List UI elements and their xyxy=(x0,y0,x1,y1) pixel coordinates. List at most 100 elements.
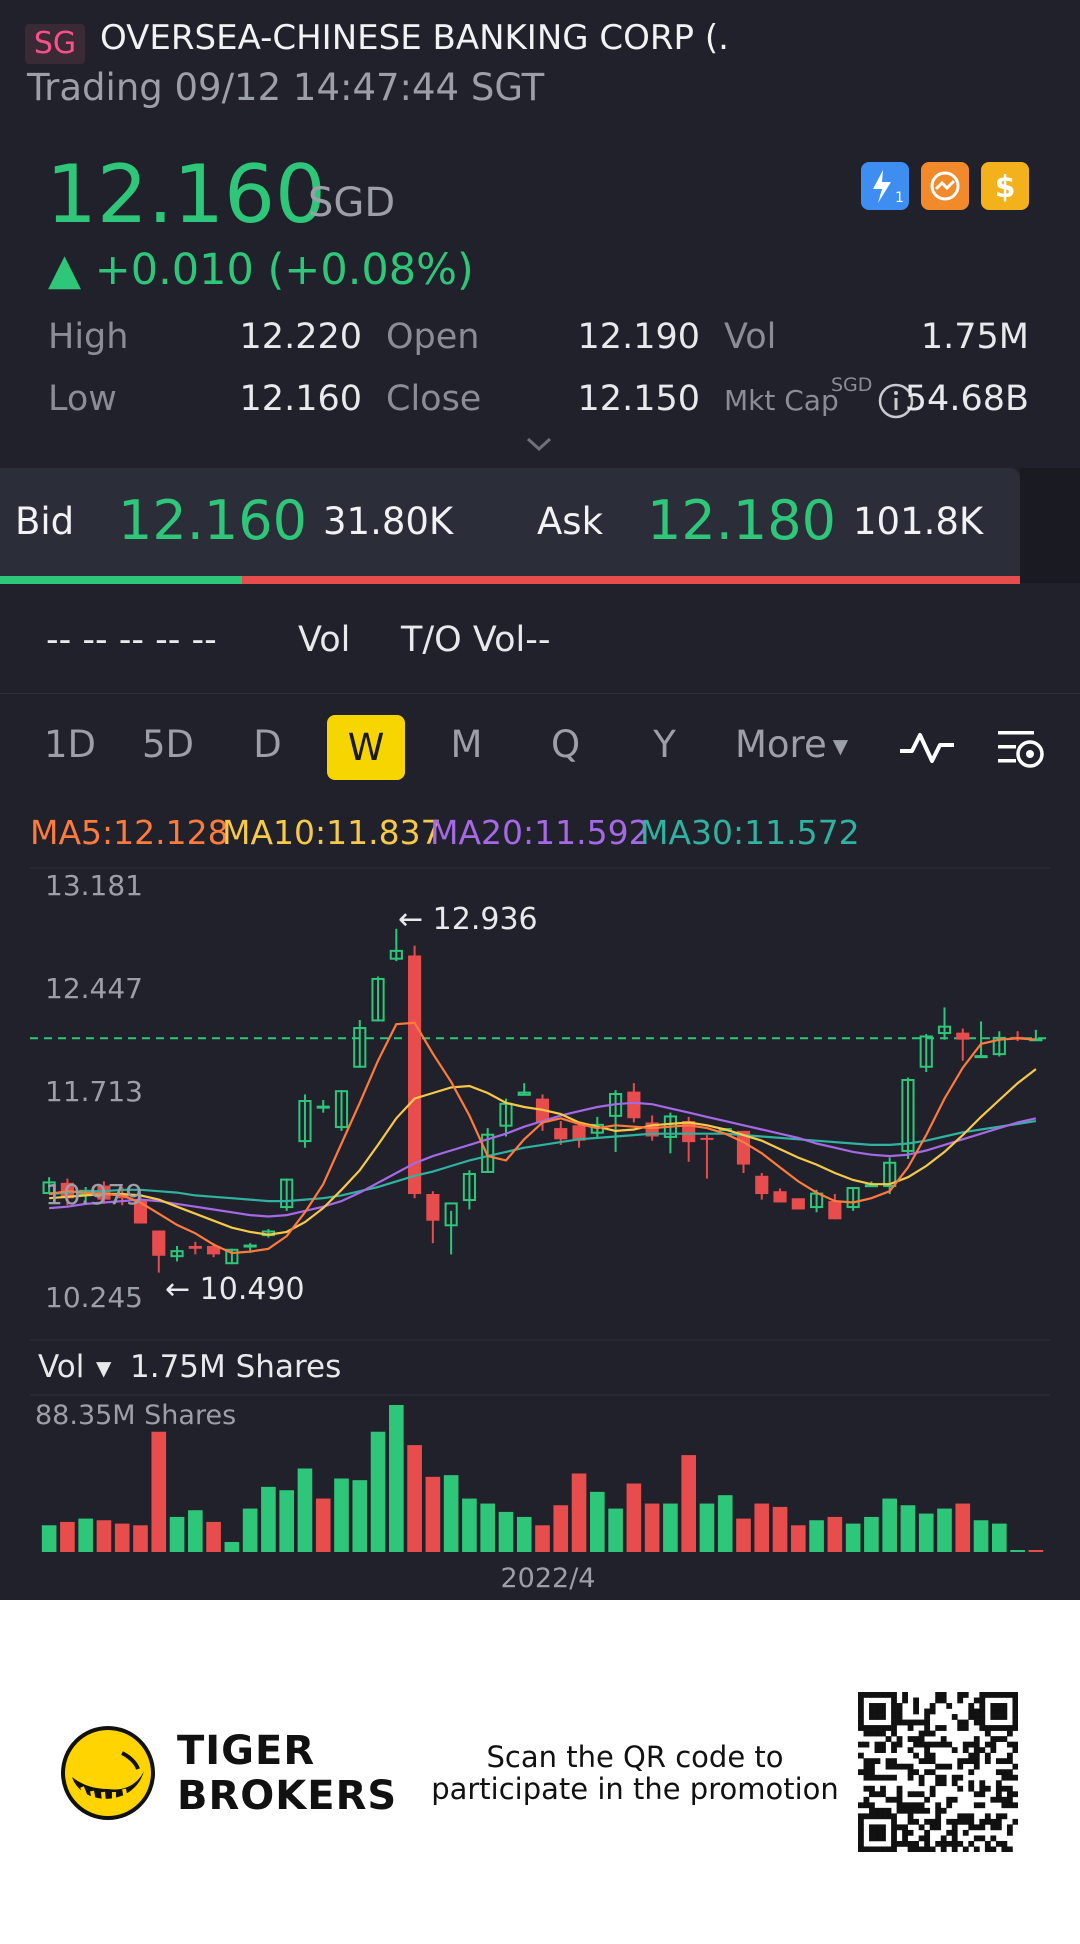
qr-module xyxy=(929,1752,936,1759)
bid-ask-side-panel xyxy=(1020,468,1080,583)
mktcap-label: Mkt Cap xyxy=(724,384,839,417)
y-tick: 10.979 xyxy=(45,1178,143,1211)
volume-bar xyxy=(608,1508,623,1552)
indicator-icon[interactable] xyxy=(898,727,956,767)
qr-module xyxy=(929,1741,936,1748)
volume-bar xyxy=(279,1490,294,1552)
qr-module xyxy=(907,1736,914,1742)
qr-module xyxy=(973,1714,980,1720)
qr-module xyxy=(990,1824,997,1831)
tab-yearly[interactable]: Y xyxy=(642,710,687,780)
qr-module xyxy=(874,1813,881,1820)
qr-module xyxy=(951,1774,958,1781)
qr-module xyxy=(924,1730,931,1737)
qr-module xyxy=(918,1780,925,1787)
qr-module xyxy=(1012,1741,1018,1748)
qr-module xyxy=(1001,1774,1008,1781)
qr-module xyxy=(858,1802,864,1809)
qr-module xyxy=(1012,1708,1018,1715)
volume-bar xyxy=(407,1445,422,1552)
chevron-down-icon[interactable] xyxy=(525,430,553,458)
qr-module xyxy=(896,1741,903,1748)
qr-code[interactable] xyxy=(858,1692,1018,1852)
qr-module xyxy=(957,1758,964,1765)
divider xyxy=(0,693,1080,694)
qr-module xyxy=(1006,1774,1013,1781)
transfer-icon[interactable] xyxy=(921,162,969,210)
qr-module xyxy=(913,1791,919,1798)
qr-module xyxy=(880,1791,886,1798)
qr-module xyxy=(924,1769,931,1776)
qr-module xyxy=(924,1725,931,1731)
qr-module xyxy=(924,1708,931,1715)
volume-label[interactable]: Vol xyxy=(38,1349,84,1385)
more-label: More xyxy=(735,723,827,766)
tab-monthly[interactable]: M xyxy=(444,710,489,780)
qr-module xyxy=(1001,1813,1008,1820)
qr-module xyxy=(902,1807,908,1814)
qr-module xyxy=(924,1829,931,1836)
qr-module xyxy=(891,1763,897,1770)
volume-bar xyxy=(78,1518,93,1552)
qr-module xyxy=(902,1719,908,1726)
qr-module xyxy=(880,1785,886,1792)
volume-bar xyxy=(955,1503,971,1552)
qr-module xyxy=(1006,1824,1013,1831)
qr-module xyxy=(957,1774,964,1781)
turnover-vol-label: Vol xyxy=(298,620,351,660)
qr-module xyxy=(918,1774,925,1781)
qr-module xyxy=(885,1692,892,1698)
qr-module xyxy=(863,1846,870,1852)
qr-module xyxy=(984,1846,991,1852)
tab-1d[interactable]: 1D xyxy=(40,710,100,780)
qr-module xyxy=(957,1763,964,1770)
qr-module xyxy=(869,1692,875,1698)
qr-module xyxy=(896,1824,903,1831)
tab-more[interactable]: More ▼ xyxy=(735,710,848,780)
candle-body xyxy=(828,1201,842,1220)
tab-quarterly[interactable]: Q xyxy=(543,710,588,780)
qr-module xyxy=(929,1818,936,1825)
qr-module xyxy=(869,1763,875,1770)
caret-down-icon[interactable]: ▼ xyxy=(96,1356,112,1380)
qr-module xyxy=(924,1796,931,1803)
qr-module xyxy=(973,1752,980,1759)
qr-module xyxy=(946,1796,953,1803)
qr-module xyxy=(940,1846,947,1852)
qr-module xyxy=(979,1824,986,1831)
ma20-legend: MA20:11.592 xyxy=(430,813,650,852)
tab-5d[interactable]: 5D xyxy=(133,710,203,780)
tab-daily[interactable]: D xyxy=(245,710,290,780)
lightning-level1-icon[interactable]: 1 xyxy=(861,162,909,210)
qr-module xyxy=(929,1703,936,1709)
qr-module xyxy=(1012,1774,1018,1781)
qr-module xyxy=(990,1714,997,1720)
qr-module xyxy=(1012,1703,1018,1709)
qr-module xyxy=(957,1785,964,1792)
qr-module xyxy=(874,1829,881,1836)
qr-module xyxy=(924,1807,931,1814)
last-price: 12.160 xyxy=(46,148,326,241)
tab-weekly[interactable]: W xyxy=(327,715,405,780)
candle-body xyxy=(627,1091,641,1119)
chart-settings-icon[interactable] xyxy=(996,727,1048,773)
qr-module xyxy=(1001,1736,1008,1742)
qr-module xyxy=(880,1692,886,1698)
volume-bar xyxy=(334,1478,349,1552)
qr-module xyxy=(995,1714,1002,1720)
volume-bar xyxy=(992,1523,1007,1552)
qr-module xyxy=(874,1758,881,1765)
qr-module xyxy=(880,1708,886,1715)
candlestick-chart[interactable]: 13.181 12.447 11.713 10.979 10.245 ← 12.… xyxy=(0,860,1080,1600)
volume-bar xyxy=(133,1525,148,1552)
low-value: 12.160 xyxy=(239,379,362,419)
low-label: Low xyxy=(48,379,117,419)
qr-module xyxy=(891,1796,897,1803)
dollar-icon[interactable]: $ xyxy=(981,162,1029,210)
qr-module xyxy=(1012,1719,1018,1726)
volume-current: 1.75M Shares xyxy=(130,1349,341,1385)
qr-module xyxy=(885,1807,892,1814)
qr-module xyxy=(1001,1769,1008,1776)
ma5-line xyxy=(48,1021,1036,1255)
qr-module xyxy=(858,1708,864,1715)
